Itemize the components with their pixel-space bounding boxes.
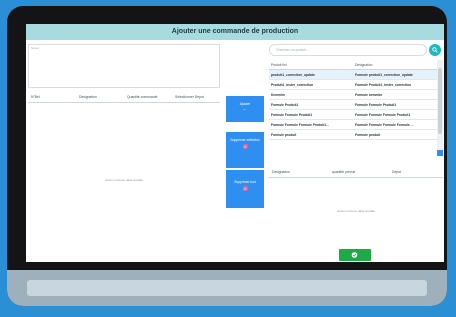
products-scrollbar[interactable]: [437, 60, 443, 150]
table-row[interactable]: Formule Produit1 Formule Formule Produit…: [269, 100, 437, 110]
column-header-depot[interactable]: Sélectionner Dépot: [172, 95, 220, 99]
column-header-finished-product[interactable]: Produit fini: [269, 63, 353, 67]
selected-products-empty-message: Aucun contenu dans la table: [337, 209, 375, 213]
order-lines-header: N°Bel Désignation Quantité commandé Séle…: [28, 92, 220, 103]
window-title: Ajouter une commande de production: [26, 24, 444, 40]
product-designation: Formule Formule Formule Produit1: [355, 112, 411, 117]
product-designation: Formule produit: [355, 132, 381, 137]
remove-selected-button[interactable]: Supprimer sélection ×: [226, 132, 264, 168]
product-designation: Formule Produit1_tester_correction: [355, 82, 412, 87]
column-header-selection-depot[interactable]: Dépot: [389, 170, 443, 174]
product-name: Formule Formule Formule Produit1...: [271, 122, 329, 127]
monitor-chin-panel: [27, 280, 427, 296]
table-row[interactable]: Kemmim Formule kemmim: [269, 90, 437, 100]
app-window: Ajouter une commande de production Notes…: [26, 24, 444, 262]
remove-all-icon: ×: [242, 186, 248, 191]
add-button[interactable]: Ajouter ←: [226, 96, 264, 122]
product-search-input[interactable]: Chercher un produit...: [269, 44, 427, 56]
column-header-designation[interactable]: Désignation: [76, 95, 124, 99]
validate-button[interactable]: [339, 249, 371, 261]
table-row[interactable]: Formule Formule Produit1 Formule Formule…: [269, 110, 437, 120]
remove-all-button-label: Supprimer tout: [234, 180, 256, 184]
product-designation: Formule produit1_correction_update: [355, 72, 413, 77]
remove-all-button[interactable]: Supprimer tout ×: [226, 170, 264, 208]
order-lines-table: N°Bel Désignation Quantité commandé Séle…: [28, 92, 220, 260]
table-row[interactable]: Produit1_tester_correction Formule Produ…: [269, 80, 437, 90]
product-designation: Formule Formule Produit1: [355, 102, 397, 107]
table-row[interactable]: produit1_correction_update Formule produ…: [269, 70, 437, 80]
remove-icon: ×: [242, 144, 248, 149]
column-header-selection-designation[interactable]: Désignation: [269, 170, 329, 174]
notes-textarea[interactable]: Notes: [28, 44, 220, 88]
table-row[interactable]: Formule Formule Formule Produit1... Form…: [269, 120, 437, 130]
remove-selected-button-label: Supprimer sélection: [230, 138, 260, 142]
selected-products-table: Désignation quantité prévue Dépot Aucun …: [269, 167, 443, 245]
selected-products-header: Désignation quantité prévue Dépot: [269, 167, 443, 178]
product-name: Produit1_tester_correction: [271, 82, 314, 87]
product-name: Formule Produit1: [271, 102, 299, 107]
column-header-quantity[interactable]: Quantité commandé: [124, 95, 172, 99]
search-button[interactable]: [429, 44, 441, 56]
product-designation: Formule kemmim: [355, 92, 383, 97]
scrollbar-thumb[interactable]: [438, 68, 442, 134]
check-icon: [351, 252, 358, 258]
product-designation: Formule Formule Formule Formule ...: [355, 122, 414, 127]
product-name: Formule Formule Produit1: [271, 112, 313, 117]
arrow-left-icon: ←: [242, 106, 248, 112]
search-icon: [432, 47, 438, 53]
table-row[interactable]: Formule produit Formule produit: [269, 130, 437, 140]
product-name: produit1_correction_update: [271, 72, 315, 77]
column-header-product-designation[interactable]: Désignation: [353, 63, 437, 67]
product-name: Formule produit: [271, 132, 297, 137]
products-header: Produit fini Désignation: [269, 60, 437, 70]
products-table: Produit fini Désignation produit1_correc…: [269, 60, 437, 140]
monitor-chin: [7, 270, 447, 306]
column-header-planned-quantity[interactable]: quantité prévue: [329, 170, 389, 174]
column-header-bel[interactable]: N°Bel: [28, 95, 76, 99]
product-name: Kemmim: [271, 92, 285, 97]
scroll-down-button[interactable]: [437, 150, 443, 156]
order-lines-empty-message: Aucun contenu dans la table: [105, 178, 143, 182]
